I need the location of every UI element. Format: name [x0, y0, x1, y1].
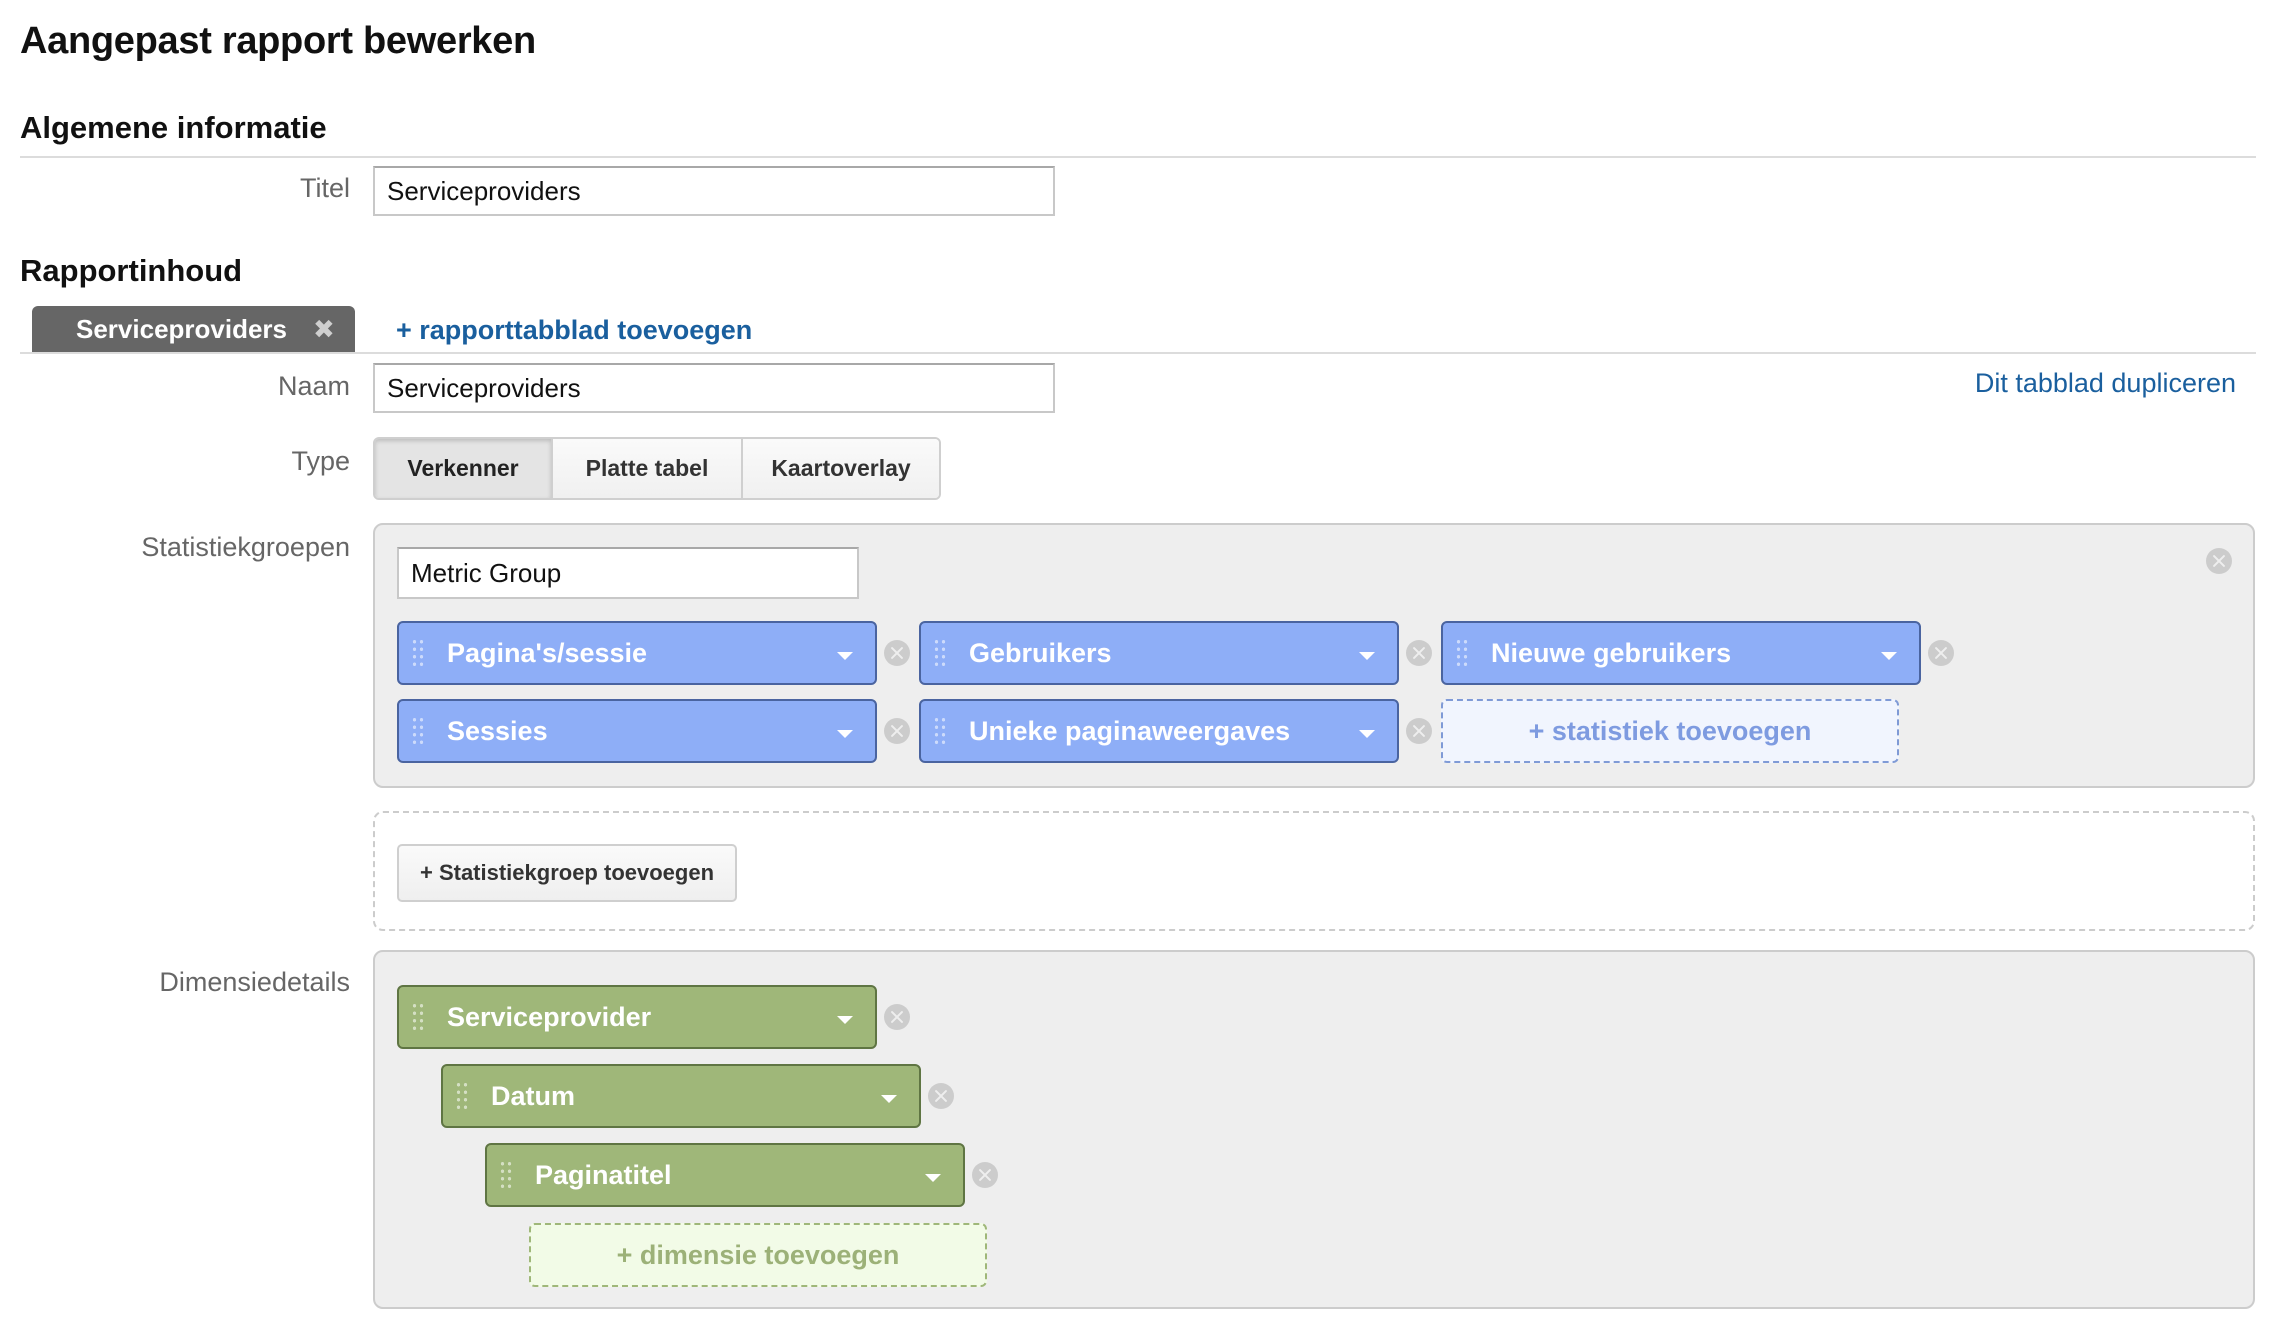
metric-group-name-input[interactable]	[397, 547, 859, 599]
general-info-divider	[20, 156, 2256, 158]
metric-label: Pagina's/sessie	[447, 637, 648, 668]
metric-label: Unieke paginaweergaves	[969, 715, 1291, 746]
chevron-down-icon[interactable]	[837, 652, 853, 660]
dimension-chip[interactable]: Datum	[441, 1064, 921, 1128]
remove-metric-icon[interactable]	[1406, 718, 1432, 744]
dimension-chip[interactable]: Paginatitel	[485, 1143, 965, 1207]
add-metric-group-button[interactable]: + Statistiekgroep toevoegen	[397, 844, 737, 902]
chevron-down-icon[interactable]	[837, 1016, 853, 1024]
metric-chip[interactable]: Pagina's/sessie	[397, 621, 877, 685]
dimension-panel: Serviceprovider Datum Paginatitel + dime…	[373, 950, 2255, 1309]
remove-metric-icon[interactable]	[884, 718, 910, 744]
general-info-heading: Algemene informatie	[20, 110, 327, 145]
type-option-map-overlay[interactable]: Kaartoverlay	[743, 439, 939, 498]
drag-handle-icon[interactable]	[455, 1081, 469, 1111]
metric-label: Nieuwe gebruikers	[1491, 637, 1732, 668]
drag-handle-icon[interactable]	[1455, 638, 1469, 668]
tab-name-input[interactable]	[373, 363, 1055, 413]
drag-handle-icon[interactable]	[411, 1002, 425, 1032]
chevron-down-icon[interactable]	[881, 1095, 897, 1103]
remove-dimension-icon[interactable]	[972, 1162, 998, 1188]
close-icon[interactable]: ✖	[313, 314, 335, 345]
chevron-down-icon[interactable]	[1359, 730, 1375, 738]
metric-chip[interactable]: Sessies	[397, 699, 877, 763]
metric-group-panel: Pagina's/sessie Gebruikers Nieuwe gebrui…	[373, 523, 2255, 788]
chevron-down-icon[interactable]	[1359, 652, 1375, 660]
metric-groups-label: Statistiekgroepen	[141, 532, 350, 562]
chevron-down-icon[interactable]	[1881, 652, 1897, 660]
type-label: Type	[291, 446, 350, 476]
remove-metric-group-icon[interactable]	[2206, 548, 2232, 574]
dimension-label: Datum	[491, 1080, 576, 1111]
dimensions-label: Dimensiedetails	[159, 967, 350, 997]
name-label: Naam	[277, 371, 350, 401]
page-title: Aangepast rapport bewerken	[20, 20, 536, 62]
remove-metric-icon[interactable]	[884, 640, 910, 666]
metric-chip[interactable]: Unieke paginaweergaves	[919, 699, 1399, 763]
dimension-chip[interactable]: Serviceprovider	[397, 985, 877, 1049]
remove-dimension-icon[interactable]	[928, 1083, 954, 1109]
title-label: Titel	[299, 173, 350, 203]
tab-divider	[20, 352, 2256, 354]
duplicate-tab-link[interactable]: Dit tabblad dupliceren	[1975, 368, 2236, 399]
add-metric-button[interactable]: + statistiek toevoegen	[1441, 699, 1899, 763]
chevron-down-icon[interactable]	[837, 730, 853, 738]
type-option-flat-table[interactable]: Platte tabel	[553, 439, 743, 498]
metric-label: Gebruikers	[969, 637, 1112, 668]
drag-handle-icon[interactable]	[933, 716, 947, 746]
remove-metric-icon[interactable]	[1406, 640, 1432, 666]
remove-dimension-icon[interactable]	[884, 1004, 910, 1030]
drag-handle-icon[interactable]	[411, 638, 425, 668]
tab-label: Serviceproviders	[76, 314, 288, 344]
title-input[interactable]	[373, 166, 1055, 216]
add-dimension-button[interactable]: + dimensie toevoegen	[529, 1223, 987, 1287]
tab-serviceproviders[interactable]: Serviceproviders ✖	[32, 306, 355, 353]
drag-handle-icon[interactable]	[411, 716, 425, 746]
dimension-label: Serviceprovider	[447, 1001, 652, 1032]
remove-metric-icon[interactable]	[1928, 640, 1954, 666]
drag-handle-icon[interactable]	[499, 1160, 513, 1190]
type-selector: Verkenner Platte tabel Kaartoverlay	[373, 437, 941, 500]
metric-chip[interactable]: Nieuwe gebruikers	[1441, 621, 1921, 685]
metric-label: Sessies	[447, 715, 548, 746]
metric-chip[interactable]: Gebruikers	[919, 621, 1399, 685]
type-option-explorer[interactable]: Verkenner	[375, 439, 553, 498]
report-content-heading: Rapportinhoud	[20, 253, 243, 288]
chevron-down-icon[interactable]	[925, 1174, 941, 1182]
dimension-label: Paginatitel	[535, 1159, 672, 1190]
drag-handle-icon[interactable]	[933, 638, 947, 668]
add-metric-group-area: + Statistiekgroep toevoegen	[373, 811, 2255, 931]
add-report-tab-link[interactable]: + rapporttabblad toevoegen	[396, 315, 752, 346]
